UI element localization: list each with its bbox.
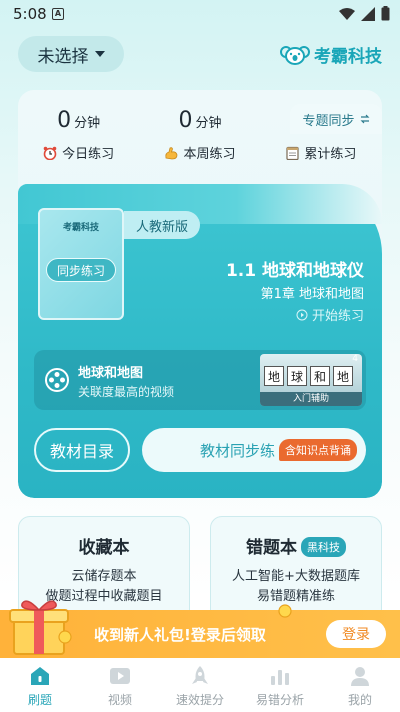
battery-icon [381,6,390,21]
nav-item-video[interactable]: 视频 [80,658,160,712]
bar-chart-icon [271,670,289,685]
mistakes-line2: 易错题精准练 [256,589,335,604]
status-icons [339,6,390,21]
nav-item-boost[interactable]: 速效提分 [160,658,240,712]
thumb-caption: 入门辅助 [260,392,362,406]
stat-label: 本周练习 [183,147,236,162]
nav-item-me[interactable]: 我的 [320,658,400,712]
notepad-icon [286,146,299,160]
favorites-line1: 云储存题本 [71,569,137,584]
nav-item-practice[interactable]: 刷题 [0,658,80,712]
thumb-char: 地 [264,366,284,386]
flexed-arm-icon [165,146,178,159]
home-icon [31,667,49,685]
topic-sync-label: 专题同步 [302,113,355,129]
subject-select-label: 未选择 [37,46,89,67]
brand-logo: 考霸科技 [280,42,382,67]
favorites-title: 收藏本 [78,538,130,558]
textbook-cover[interactable]: 考霸科技 同步练习 [38,208,124,320]
black-tech-tag: 黑科技 [301,537,346,557]
stat-week: 0 分钟 本周练习 [139,108,260,178]
stat-label: 今日练习 [62,147,115,162]
coin-icon [58,630,72,644]
wifi-icon [339,7,355,20]
mistakes-title: 错题本 [246,538,297,558]
video-title: 地球和地图 [78,366,144,381]
bottom-nav: 刷题 视频 速效提分 易错分析 我的 [0,658,400,712]
thumb-title: 地 球 和 地 [264,366,353,386]
login-button[interactable]: 登录 [326,620,386,648]
koala-logo-icon [280,45,310,65]
thumb-char: 地 [333,366,353,386]
stat-value: 0 [57,108,72,133]
play-circle-icon [296,309,308,320]
switch-icon [360,114,369,124]
stat-unit: 分钟 [195,116,222,131]
thumb-char: 球 [287,366,307,386]
stat-label: 累计练习 [304,147,357,162]
banner-text: 收到新人礼包!登录后领取 [94,626,266,644]
mistakes-line1: 人工智能+大数据题库 [232,569,360,584]
notification-icon: A [52,8,64,20]
thumb-count: 4 [352,354,358,364]
stat-unit: 分钟 [74,116,101,131]
knowledge-badge: 含知识点背诵 [279,439,358,461]
start-practice-link[interactable]: 开始练习 [296,305,364,324]
book-label: 同步练习 [46,258,116,282]
nav-label: 视频 [107,693,132,707]
start-practice-label: 开始练习 [311,309,364,324]
gift-box-icon [9,600,69,655]
nav-label: 速效提分 [175,693,224,707]
nav-item-analysis[interactable]: 易错分析 [240,658,320,712]
film-reel-icon [45,368,69,392]
signal-icon [361,6,375,21]
nav-label: 刷题 [27,693,52,707]
mistakes-title-row: 错题本 黑科技 [211,533,381,558]
related-video[interactable]: 地球和地图 关联度最高的视频 4 地 球 和 地 入门辅助 [34,350,366,410]
stat-today: 0 分钟 今日练习 [18,108,139,178]
rocket-icon [192,666,208,684]
chevron-down-icon [94,51,105,57]
thumb-char: 和 [310,366,330,386]
textbook-sync-button[interactable]: 教材同步练 含知识点背诵 [142,428,366,472]
book-brand: 考霸科技 [62,223,99,233]
textbook-sync-label: 教材同步练 [200,441,276,460]
chapter-title: 第1章 地球和地图 [260,287,364,302]
person-icon [351,667,369,686]
coin-icon [278,604,292,618]
status-bar: 5:08 A [0,0,400,30]
nav-label: 易错分析 [255,693,304,707]
alarm-clock-icon [43,146,57,160]
subject-select[interactable]: 未选择 [18,36,124,72]
stat-value: 0 [178,108,193,133]
topic-sync-tab[interactable]: 专题同步 [290,104,382,134]
video-thumbnail[interactable]: 4 地 球 和 地 入门辅助 [260,354,362,406]
status-time: 5:08 [13,5,47,23]
textbook-catalog-button[interactable]: 教材目录 [34,428,130,472]
video-subtitle: 关联度最高的视频 [78,385,175,399]
brand-name: 考霸科技 [314,47,382,67]
edition-tag[interactable]: 人教新版 [124,211,200,239]
nav-label: 我的 [347,693,372,707]
play-icon [110,668,130,684]
lesson-title[interactable]: 1.1 地球和地球仪 [226,256,364,281]
